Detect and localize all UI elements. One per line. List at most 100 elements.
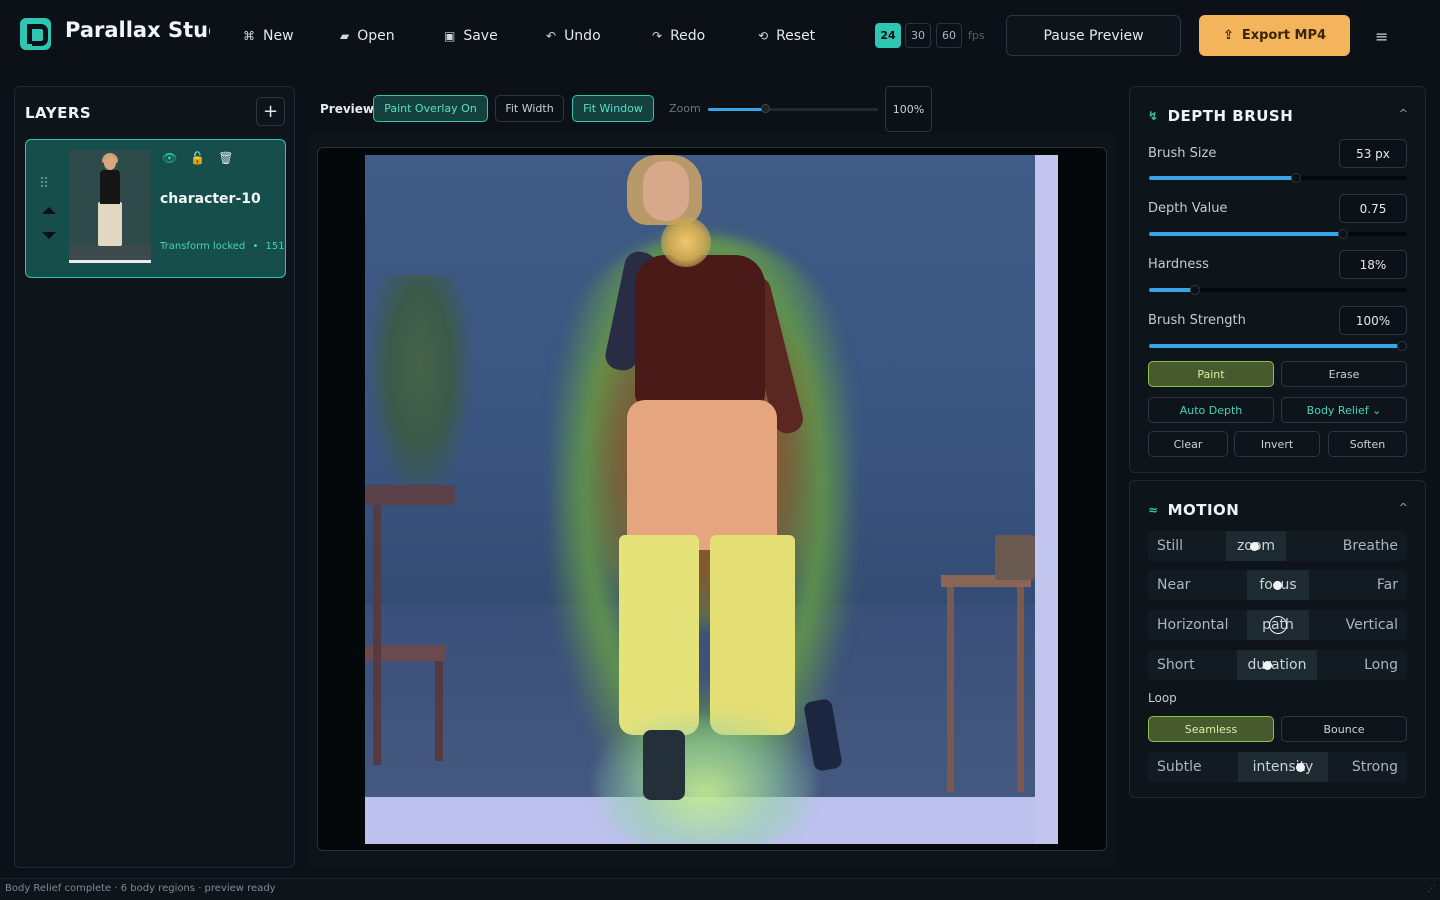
open-button[interactable]: ▰ Open [340,24,395,48]
add-layer-button[interactable]: + [256,97,285,126]
paint-overlay-toggle[interactable]: Paint Overlay On [373,95,488,122]
move-layer-down-icon[interactable] [42,232,56,239]
path-left-label: Horizontal [1157,617,1229,633]
depth-value-input[interactable]: 0.75 [1339,194,1407,223]
bounce-loop-button[interactable]: Bounce [1281,716,1407,742]
brush-strength-fill [1149,344,1407,348]
soften-button[interactable]: Soften [1328,431,1407,457]
clear-button[interactable]: Clear [1148,431,1228,457]
trash-icon[interactable]: 🗑 [218,151,233,165]
layer-count: 151 [265,241,285,252]
layer-item[interactable]: ⠿ 👁 🔓 🗑 character-10 Transform locked • … [25,139,286,278]
brush-size-slider[interactable] [1149,173,1407,183]
canvas-area: Preview Paint Overlay On Fit Width Fit W… [308,86,1116,868]
brush-size-input[interactable]: 53 px [1339,139,1407,168]
brush-strength-input[interactable]: 100% [1339,306,1407,335]
zoom-left-label: Still [1157,538,1184,554]
reset-button[interactable]: ⟲ Reset [758,24,815,48]
loop-label: Loop [1148,691,1177,705]
preview-image[interactable] [365,155,1058,844]
erase-mode-button[interactable]: Erase [1281,361,1407,387]
depth-value-fill [1149,232,1343,236]
duration-right-label: Long [1364,657,1398,673]
wave-icon: ≈ [1148,503,1159,517]
depth-value-slider[interactable] [1149,229,1407,239]
fit-window-button[interactable]: Fit Window [572,95,654,122]
layer-name: character-10 [160,191,261,207]
focus-slider-knob[interactable] [1273,581,1282,590]
zoom-slider[interactable] [708,104,878,113]
save-icon: ▣ [444,29,456,43]
seamless-loop-button[interactable]: Seamless [1148,716,1274,742]
zoom-slider-knob[interactable] [1249,542,1259,551]
status-bar: Body Relief complete · 6 body regions · … [0,878,1440,900]
layer-meta-separator: • [252,241,259,252]
auto-depth-button[interactable]: Auto Depth [1148,397,1274,423]
lock-icon[interactable]: 🔓 [190,151,205,165]
folder-icon: ▰ [340,29,350,43]
redo-button[interactable]: ↷ Redo [652,24,705,48]
zoom-motion-slider[interactable]: Still zoom Breathe [1148,531,1407,561]
save-button[interactable]: ▣ Save [444,24,498,48]
new-label: New [263,28,294,44]
layers-panel: LAYERS + ⠿ 👁 🔓 🗑 character-10 Transform … [14,86,295,868]
resize-grip-icon[interactable]: ⋰ [1427,884,1436,894]
new-button[interactable]: ⌘ New [243,24,294,48]
invert-button[interactable]: Invert [1234,431,1320,457]
brush-icon: ↯ [1148,109,1159,123]
zoom-right-label: Breathe [1342,538,1398,554]
intensity-slider[interactable]: Subtle intensity Strong [1148,752,1407,782]
app-title: Parallax Studio [65,18,210,42]
focus-right-label: Far [1376,577,1398,593]
fps-30-button[interactable]: 30 [905,23,931,48]
undo-icon: ↶ [546,29,557,43]
drag-handle-icon[interactable]: ⠿ [39,176,49,192]
collapse-motion-icon[interactable]: ^ [1399,501,1408,514]
move-layer-up-icon[interactable] [42,207,56,214]
hamburger-menu-icon[interactable]: ≡ [1375,27,1388,46]
brush-strength-knob[interactable] [1397,341,1407,351]
hardness-input[interactable]: 18% [1339,250,1407,279]
motion-title: ≈ MOTION [1148,501,1239,519]
duration-slider-knob[interactable] [1262,661,1272,670]
fps-24-button[interactable]: 24 [875,23,901,48]
paint-mode-button[interactable]: Paint [1148,361,1274,387]
motion-panel: ≈ MOTION ^ Still zoom Breathe Near focus… [1129,480,1426,798]
status-text: Body Relief complete · 6 body regions · … [5,883,276,894]
depth-value-knob[interactable] [1337,229,1348,239]
zoom-value[interactable]: 100% [885,86,932,132]
layer-status: Transform locked [160,241,246,252]
path-slider[interactable]: Horizontal path Vertical [1148,610,1407,640]
export-label: Export MP4 [1241,28,1327,43]
undo-button[interactable]: ↶ Undo [546,24,601,48]
path-slider-knob[interactable] [1268,616,1287,634]
parallax-logo-icon [20,18,51,50]
zoom-slider-knob[interactable] [760,104,770,113]
preview-label: Preview [320,102,375,116]
visibility-eye-icon[interactable]: 👁 [162,151,177,165]
export-mp4-button[interactable]: ⇪ Export MP4 [1199,15,1350,56]
brush-size-label: Brush Size [1148,146,1217,161]
hardness-label: Hardness [1148,257,1209,272]
open-label: Open [357,28,395,44]
duration-slider[interactable]: Short duration Long [1148,650,1407,680]
undo-label: Undo [564,28,601,44]
pause-preview-button[interactable]: Pause Preview [1006,15,1181,56]
layer-thumbnail [69,150,151,263]
brush-strength-slider[interactable] [1149,341,1407,351]
collapse-depth-brush-icon[interactable]: ^ [1399,107,1408,120]
duration-left-label: Short [1157,657,1195,673]
top-toolbar: Parallax Studio ⌘ New ▰ Open ▣ Save ↶ Un… [0,0,1440,70]
body-relief-dropdown[interactable]: Body Relief ⌄ [1281,397,1407,423]
hardness-knob[interactable] [1190,285,1201,295]
hardness-slider[interactable] [1149,285,1407,295]
hardness-fill [1149,288,1196,292]
path-right-label: Vertical [1345,617,1398,633]
duration-mid-label: duration [1237,650,1317,680]
fps-60-button[interactable]: 60 [936,23,962,48]
focus-slider[interactable]: Near focus Far [1148,570,1407,600]
fit-width-button[interactable]: Fit Width [495,95,564,122]
preview-stage[interactable] [317,147,1107,851]
brush-size-knob[interactable] [1291,173,1302,183]
focus-left-label: Near [1157,577,1191,593]
